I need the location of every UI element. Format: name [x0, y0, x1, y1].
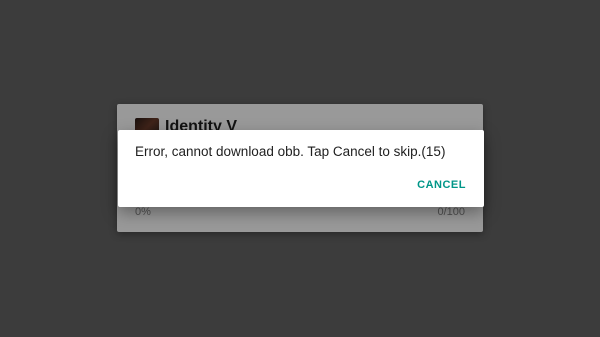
cancel-button[interactable]: CANCEL: [413, 174, 470, 196]
error-message: Error, cannot download obb. Tap Cancel t…: [135, 144, 446, 159]
error-dialog: Error, cannot download obb. Tap Cancel t…: [118, 130, 484, 207]
